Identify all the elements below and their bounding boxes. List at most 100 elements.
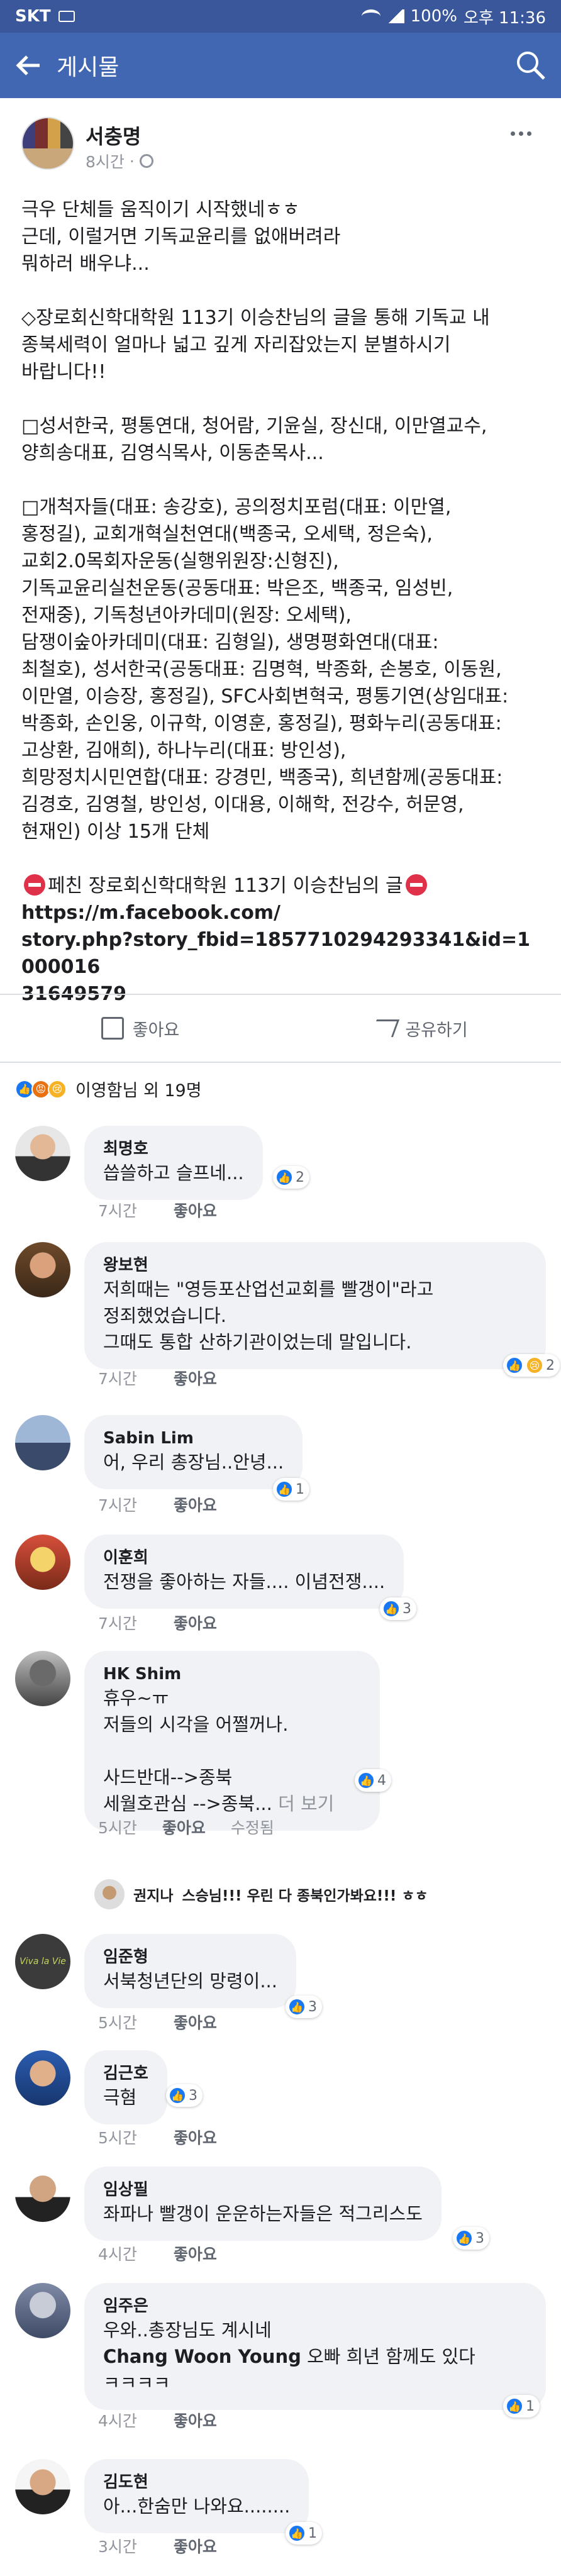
battery-label: 100% [410,7,457,26]
globe-icon [139,154,153,168]
comment-reaction-badge[interactable]: 👍 2 [273,1166,309,1189]
comment-meta: 4시간 좋아요 [98,2409,217,2431]
commenter-name[interactable]: 김도현 [103,2472,290,2493]
post-link[interactable]: https://m.facebook.com/story.php?story_f… [21,899,540,1008]
see-more-link[interactable]: 더 보기 [278,1793,334,1814]
comment-bubble[interactable]: 최명호 씁쓸하고 슬프네... [84,1126,263,1200]
comment: HK Shim 휴우~ㅠ 저들의 시각을 어쩔꺼나. 사드반대-->종북 세월호… [15,1651,546,1840]
commenter-name[interactable]: 임상필 [103,2179,423,2201]
page-title: 게시물 [57,55,119,80]
comment-reaction-badge[interactable]: 👍 3 [286,1996,322,2018]
like-button[interactable]: 좋아요 [0,995,280,1062]
commenter-name[interactable]: 최명호 [103,1138,244,1160]
comment-like-button[interactable]: 좋아요 [174,2011,217,2033]
comment-time: 5시간 [98,1819,137,1837]
share-icon [370,1019,400,1037]
comment-like-button[interactable]: 좋아요 [174,1611,217,1634]
comment-like-button[interactable]: 좋아요 [174,1367,217,1389]
commenter-avatar[interactable] [15,2167,70,2222]
author-name[interactable]: 서충명 [86,121,141,150]
commenter-avatar[interactable]: Viva la Vie [15,1934,70,1989]
commenter-avatar[interactable] [15,1651,70,1706]
commenter-avatar[interactable] [15,1415,70,1470]
comment-text: 휴우~ㅠ 저들의 시각을 어쩔꺼나. 사드반대-->종북 세월호관심 -->종북… [103,1687,335,1814]
comment-like-button[interactable]: 좋아요 [162,1816,206,1838]
like-reaction-icon: 👍 [357,1772,375,1789]
commenter-name[interactable]: 이훈희 [103,1547,385,1568]
comment-bubble[interactable]: 김도현 아...한숨만 나와요........ [84,2459,309,2533]
comment-reaction-badge[interactable]: 👍 3 [380,1597,416,1620]
post-time[interactable]: 8시간 [86,150,125,172]
comment-like-button[interactable]: 좋아요 [174,2409,217,2431]
commenter-avatar[interactable] [15,2050,70,2106]
reactions-summary[interactable]: 👍 😡 😢 이영함님 외 19명 [15,1077,202,1101]
post-paragraph: ◇장로회신학대학원 113기 이승찬님의 글을 통해 기독교 내 종북세력이 얼… [21,307,490,383]
commenter-avatar[interactable] [15,2459,70,2514]
comment-meta: 5시간 좋아요 수정됨 [98,1816,274,1838]
sad-reaction-icon: 😢 [526,1357,543,1374]
replier-avatar [94,1879,125,1909]
like-reaction-icon: 👍 [288,2524,306,2542]
gallery-icon [58,11,75,22]
comment-bubble[interactable]: 왕보현 저희때는 "영등포산업선교회를 빨갱이"라고 정죄했었습니다. 그때도 … [84,1242,546,1369]
post-meta: 8시간 · [86,150,153,172]
comment-like-button[interactable]: 좋아요 [174,2534,217,2557]
comment-bubble[interactable]: 김근호 극혐 [84,2050,167,2124]
commenter-avatar[interactable] [15,2283,70,2338]
no-entry-icon [24,874,45,896]
comment-reaction-badge[interactable]: 👍 4 [355,1769,391,1792]
comment-like-button[interactable]: 좋아요 [174,1493,217,1516]
back-arrow-icon[interactable] [0,33,57,98]
comment-reaction-badge[interactable]: 👍 1 [286,2522,322,2545]
comment-text: 저희때는 "영등포산업선교회를 빨갱이"라고 정죄했었습니다. 그때도 통합 산… [103,1279,434,1353]
commenter-avatar[interactable] [15,1242,70,1297]
like-reaction-icon: 👍 [275,1169,293,1186]
shared-label-line: 페친 장로회신학대학원 113기 이승찬님의 글 [21,872,540,899]
clock-label: 오후 11:36 [463,8,546,28]
commenter-avatar[interactable] [15,1535,70,1590]
share-button[interactable]: 공유하기 [280,995,561,1062]
commenter-name[interactable]: HK Shim [103,1663,361,1685]
commenter-avatar[interactable] [15,1126,70,1181]
like-reaction-icon: 👍 [275,1480,293,1498]
comment-reaction-badge[interactable]: 👍 😢 2 [503,1354,560,1377]
comment-bubble[interactable]: 임상필 좌파나 빨갱이 운운하는자들은 적그리스도 [84,2167,442,2241]
comment-reaction-badge[interactable]: 👍 3 [453,2227,489,2250]
mentioned-user[interactable]: Chang Woon Young [103,2346,301,2367]
comment-like-button[interactable]: 좋아요 [174,2126,217,2148]
status-bar: SKT 100% 오후 11:36 [0,0,561,33]
like-reaction-icon: 👍 [382,1600,400,1618]
comment-bubble[interactable]: Sabin Lim 어, 우리 총장님..안녕... [84,1415,303,1489]
comment-like-button[interactable]: 좋아요 [174,2242,217,2265]
comment-reaction-badge[interactable]: 👍 1 [503,2395,540,2418]
author-avatar[interactable] [21,117,74,170]
comment-bubble[interactable]: 임준형 서북청년단의 망령이... [84,1934,296,2008]
comment-bubble[interactable]: HK Shim 휴우~ㅠ 저들의 시각을 어쩔꺼나. 사드반대-->종북 세월호… [84,1651,380,1831]
commenter-name[interactable]: 김근호 [103,2063,148,2084]
post-paragraph: □성서한국, 평통연대, 청어람, 기윤실, 장신대, 이만열교수, 양희송대표… [21,415,487,464]
like-reaction-icon: 👍 [506,2397,523,2415]
comment-reaction-badge[interactable]: 👍 3 [166,2084,203,2107]
commenter-name[interactable]: 임주은 [103,2296,527,2317]
comment-meta: 3시간 좋아요 [98,2534,217,2557]
post: 서충명 8시간 · 극우 단체들 움직이기 시작했네ㅎㅎ 근데, 이럴거면 기독… [0,98,561,1008]
comment-text: 씁쓸하고 슬프네... [103,1162,244,1184]
comment-like-button[interactable]: 좋아요 [174,1199,217,1221]
comment-meta: 7시간 좋아요 [98,1493,217,1516]
search-icon[interactable] [511,45,551,86]
comment-bubble[interactable]: 임주은 우와..총장님도 계시네 Chang Woon Young 오빠 희년 … [84,2283,546,2410]
comment-reaction-badge[interactable]: 👍 1 [273,1478,309,1501]
more-options-icon[interactable] [502,121,540,146]
comment-meta: 7시간 좋아요 [98,1199,217,1221]
commenter-name[interactable]: 임준형 [103,1946,277,1968]
commenter-name[interactable]: Sabin Lim [103,1428,284,1449]
comment-meta: 7시간 좋아요 [98,1611,217,1634]
reply-preview[interactable]: 권지나 스승님!!! 우린 다 종북인가봐요!!! ㅎㅎ [94,1879,428,1909]
post-header: 서충명 8시간 · [21,98,540,192]
comment: 최명호 씁쓸하고 슬프네... 👍 2 7시간 좋아요 [15,1126,546,1220]
commenter-name[interactable]: 왕보현 [103,1255,527,1276]
comment: 임상필 좌파나 빨갱이 운운하는자들은 적그리스도 👍 3 4시간 좋아요 [15,2167,546,2263]
comment-text: 우와..총장님도 계시네 Chang Woon Young 오빠 희년 함께도 … [103,2319,475,2394]
comment: 김도현 아...한숨만 나와요........ 👍 1 3시간 좋아요 [15,2459,546,2556]
comment-bubble[interactable]: 이훈희 전쟁을 좋아하는 자들.... 이념전쟁.... [84,1535,404,1609]
